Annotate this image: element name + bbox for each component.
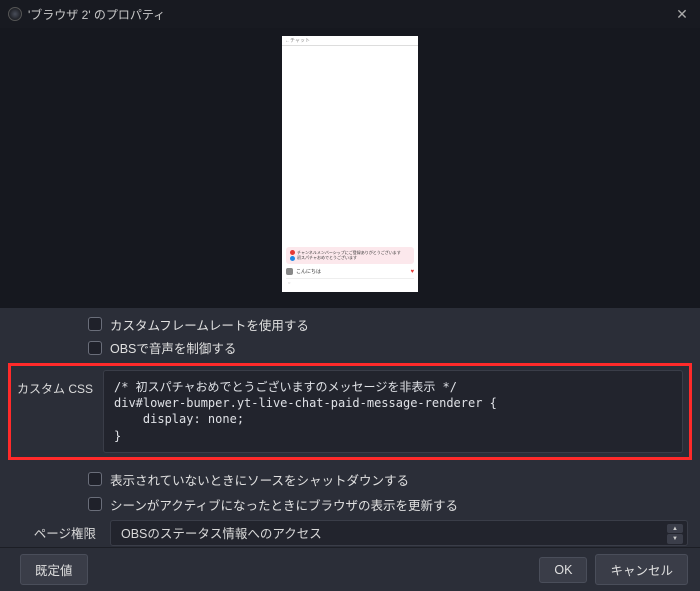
preview-chat-area: チャンネルメンバーシップにご登録ありがとうございます 初スパチャおめでとうござい… <box>286 247 414 286</box>
select-spinner[interactable]: ▲ ▼ <box>667 524 683 544</box>
chevron-down-icon[interactable]: ▼ <box>667 534 683 544</box>
custom-css-highlight: カスタム CSS /* 初スパチャおめでとうございますのメッセージを非表示 */… <box>8 363 692 460</box>
custom-framerate-checkbox[interactable] <box>88 317 102 331</box>
custom-css-label: カスタム CSS <box>17 370 103 397</box>
dialog-content: ← チャット チャンネルメンバーシップにご登録ありがとうございます 初スパチャお… <box>0 28 700 547</box>
page-permission-label: ページ権限 <box>12 523 110 542</box>
shutdown-source-label: 表示されていないときにソースをシャットダウンする <box>110 470 409 489</box>
preview-footer: ○ <box>286 278 414 286</box>
browser-preview: ← チャット チャンネルメンバーシップにご登録ありがとうございます 初スパチャお… <box>282 36 418 292</box>
custom-css-input[interactable]: /* 初スパチャおめでとうございますのメッセージを非表示 */ div#lowe… <box>103 370 683 453</box>
control-audio-checkbox[interactable] <box>88 341 102 355</box>
page-permission-row: ページ権限 OBSのステータス情報へのアクセス ▲ ▼ <box>12 520 688 546</box>
obs-logo-icon <box>8 7 22 21</box>
shutdown-source-row: 表示されていないときにソースをシャットダウンする <box>88 470 688 489</box>
refresh-on-active-label: シーンがアクティブになったときにブラウザの表示を更新する <box>110 495 458 514</box>
preview-header: ← チャット <box>282 36 418 46</box>
avatar-icon <box>286 268 293 275</box>
preview-msg2-text: こんにちは <box>296 268 321 275</box>
custom-framerate-row: カスタムフレームレートを使用する <box>88 316 688 332</box>
dialog-footer: 既定値 OK キャンセル <box>0 547 700 591</box>
ok-button[interactable]: OK <box>539 557 587 583</box>
page-permission-select[interactable]: OBSのステータス情報へのアクセス ▲ ▼ <box>110 520 688 546</box>
heart-icon: ♥ <box>410 269 414 275</box>
red-dot-icon <box>290 250 295 255</box>
shutdown-source-checkbox[interactable] <box>88 472 102 486</box>
titlebar: 'ブラウザ 2' のプロパティ ✕ <box>0 0 700 28</box>
blue-dot-icon <box>290 256 295 261</box>
preview-footer-text: ○ <box>288 280 290 285</box>
preview-header-text: チャット <box>290 37 310 44</box>
preview-msg1-line2: 初スパチャおめでとうございます <box>297 255 357 260</box>
custom-css-code[interactable]: /* 初スパチャおめでとうございますのメッセージを非表示 */ div#lowe… <box>114 379 672 444</box>
cancel-button[interactable]: キャンセル <box>595 554 688 585</box>
window-title: 'ブラウザ 2' のプロパティ <box>28 6 165 23</box>
control-audio-label: OBSで音声を制御する <box>110 338 236 357</box>
defaults-button[interactable]: 既定値 <box>20 554 88 585</box>
custom-framerate-label: カスタムフレームレートを使用する <box>110 316 309 332</box>
preview-chat-message: こんにちは ♥ <box>286 268 414 275</box>
preview-area: ← チャット チャンネルメンバーシップにご登録ありがとうございます 初スパチャお… <box>0 28 700 308</box>
page-permission-value: OBSのステータス情報へのアクセス <box>121 523 322 542</box>
chevron-up-icon[interactable]: ▲ <box>667 524 683 534</box>
refresh-on-active-row: シーンがアクティブになったときにブラウザの表示を更新する <box>88 495 688 514</box>
preview-paid-message: チャンネルメンバーシップにご登録ありがとうございます 初スパチャおめでとうござい… <box>286 247 414 264</box>
control-audio-row: OBSで音声を制御する <box>88 338 688 357</box>
close-icon[interactable]: ✕ <box>672 4 692 24</box>
form-area: カスタムフレームレートを使用する OBSで音声を制御する カスタム CSS /*… <box>0 308 700 547</box>
refresh-on-active-checkbox[interactable] <box>88 497 102 511</box>
